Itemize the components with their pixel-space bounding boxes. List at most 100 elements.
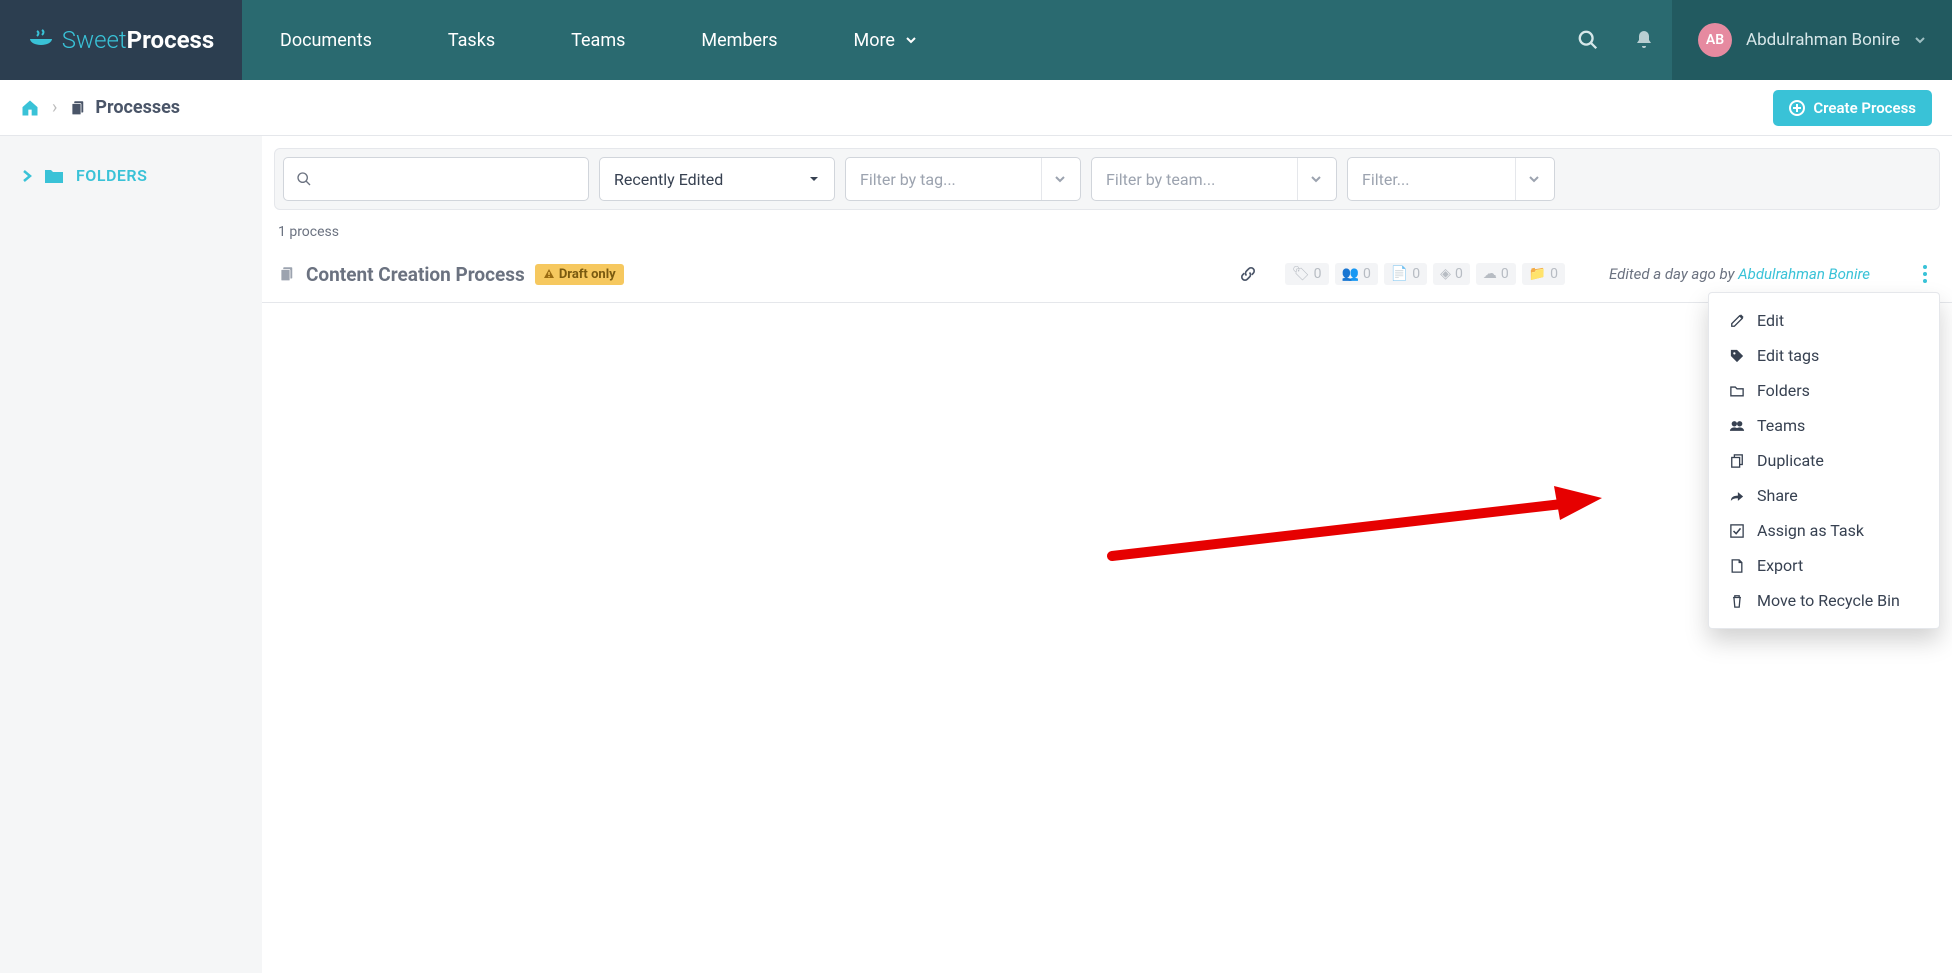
brand[interactable]: SweetProcess: [0, 0, 242, 80]
body: FOLDERS Recently Edited Filter by tag...…: [0, 136, 1952, 973]
chevron-down-icon: [1297, 158, 1322, 200]
stat-docs-value: 0: [1412, 266, 1420, 282]
menu-assign-task[interactable]: Assign as Task: [1709, 513, 1939, 548]
menu-teams-label: Teams: [1757, 416, 1805, 435]
bell-icon: [1634, 29, 1654, 51]
chevron-down-icon: [1914, 34, 1926, 46]
cloud-icon: ☁: [1483, 266, 1497, 282]
draft-badge: Draft only: [535, 264, 624, 285]
breadcrumb: › Processes: [20, 97, 180, 118]
stat-tags-value: 0: [1314, 266, 1322, 282]
nav-tasks[interactable]: Tasks: [410, 0, 533, 80]
create-process-label: Create Process: [1813, 99, 1916, 117]
user-menu[interactable]: AB Abdulrahman Bonire: [1672, 0, 1952, 80]
copy-icon: [1729, 454, 1745, 468]
nav-documents[interactable]: Documents: [242, 0, 410, 80]
search-input[interactable]: [283, 157, 589, 201]
brand-process: Process: [127, 26, 215, 54]
process-title: Content Creation Process Draft only: [278, 263, 624, 286]
filter-generic-placeholder: Filter...: [1362, 170, 1409, 189]
folder-icon: [1729, 385, 1745, 397]
search-button[interactable]: [1560, 0, 1616, 80]
process-title-text: Content Creation Process: [306, 263, 525, 286]
edited-by-link[interactable]: Abdulrahman Bonire: [1738, 265, 1870, 283]
menu-share-label: Share: [1757, 486, 1798, 505]
sidebar: FOLDERS: [0, 136, 262, 973]
nav-documents-label: Documents: [280, 30, 372, 51]
stat-diamond-value: 0: [1455, 266, 1463, 282]
nav-members[interactable]: Members: [663, 0, 815, 80]
chevron-down-icon: [1515, 158, 1540, 200]
nav-members-label: Members: [701, 30, 777, 51]
menu-export[interactable]: Export: [1709, 548, 1939, 583]
sort-select[interactable]: Recently Edited: [599, 157, 835, 201]
menu-export-label: Export: [1757, 556, 1803, 575]
folder-icon: 📁: [1529, 266, 1546, 282]
chevron-down-icon: [905, 34, 917, 46]
trash-icon: [1729, 594, 1745, 608]
filter-tag-select[interactable]: Filter by tag...: [845, 157, 1081, 201]
process-count: 1 process: [262, 210, 1952, 250]
menu-edit-tags[interactable]: Edit tags: [1709, 338, 1939, 373]
row-actions-menu-button[interactable]: [1914, 260, 1936, 288]
filter-generic-select[interactable]: Filter...: [1347, 157, 1555, 201]
home-icon[interactable]: [20, 98, 40, 118]
menu-teams[interactable]: Teams: [1709, 408, 1939, 443]
copy-icon: [278, 265, 296, 283]
filter-bar: Recently Edited Filter by tag... Filter …: [274, 148, 1940, 210]
chevron-down-icon: [808, 173, 820, 185]
sidebar-folders-toggle[interactable]: FOLDERS: [22, 166, 240, 185]
annotation-arrow: [1102, 486, 1602, 576]
menu-folders[interactable]: Folders: [1709, 373, 1939, 408]
notifications-button[interactable]: [1616, 0, 1672, 80]
nav-items: Documents Tasks Teams Members More: [242, 0, 955, 80]
stat-diamond: ◈0: [1433, 263, 1470, 285]
tag-icon: [1729, 349, 1745, 363]
brand-sweet: Sweet: [62, 26, 127, 54]
top-nav: SweetProcess Documents Tasks Teams Membe…: [0, 0, 1952, 80]
logo-icon: [28, 27, 54, 53]
users-icon: [1729, 420, 1745, 432]
chevron-right-icon: [22, 169, 32, 183]
nav-more[interactable]: More: [816, 0, 955, 80]
diamond-icon: ◈: [1440, 266, 1451, 282]
breadcrumb-processes[interactable]: Processes: [69, 97, 180, 118]
file-icon: [1729, 559, 1745, 573]
copy-icon: [69, 99, 87, 117]
stat-docs: 📄0: [1384, 263, 1427, 285]
edited-by: Edited a day ago by Abdulrahman Bonire: [1609, 265, 1870, 283]
tag-icon: 🏷: [1292, 266, 1310, 282]
avatar: AB: [1698, 23, 1732, 57]
edited-prefix: Edited a day ago by: [1609, 265, 1738, 283]
sidebar-folders-label: FOLDERS: [76, 166, 147, 185]
stat-users-value: 0: [1363, 266, 1371, 282]
row-actions-dropdown: Edit Edit tags Folders Teams Duplicate S…: [1708, 292, 1940, 629]
checkbox-icon: [1729, 524, 1745, 538]
menu-duplicate[interactable]: Duplicate: [1709, 443, 1939, 478]
stat-views: ☁0: [1476, 263, 1516, 285]
share-icon: [1729, 490, 1745, 502]
menu-edit[interactable]: Edit: [1709, 303, 1939, 338]
main: Recently Edited Filter by tag... Filter …: [262, 136, 1952, 973]
avatar-initials: AB: [1706, 32, 1724, 48]
menu-assign-label: Assign as Task: [1757, 521, 1864, 540]
filter-team-select[interactable]: Filter by team...: [1091, 157, 1337, 201]
menu-edit-tags-label: Edit tags: [1757, 346, 1819, 365]
process-row[interactable]: Content Creation Process Draft only 🏷0 👥…: [262, 250, 1952, 303]
menu-recycle[interactable]: Move to Recycle Bin: [1709, 583, 1939, 618]
stat-views-value: 0: [1501, 266, 1509, 282]
nav-teams[interactable]: Teams: [533, 0, 663, 80]
kebab-icon: [1922, 264, 1928, 284]
link-icon[interactable]: [1239, 265, 1257, 283]
nav-teams-label: Teams: [571, 30, 625, 51]
create-process-button[interactable]: Create Process: [1773, 90, 1932, 126]
nav-more-label: More: [854, 30, 895, 51]
menu-share[interactable]: Share: [1709, 478, 1939, 513]
nav-tasks-label: Tasks: [448, 30, 495, 51]
chevron-down-icon: [1041, 158, 1066, 200]
draft-badge-label: Draft only: [559, 267, 616, 282]
stat-users: 👥0: [1335, 263, 1378, 285]
edit-icon: [1729, 314, 1745, 328]
plus-circle-icon: [1789, 100, 1805, 116]
breadcrumb-page-label: Processes: [95, 97, 180, 118]
